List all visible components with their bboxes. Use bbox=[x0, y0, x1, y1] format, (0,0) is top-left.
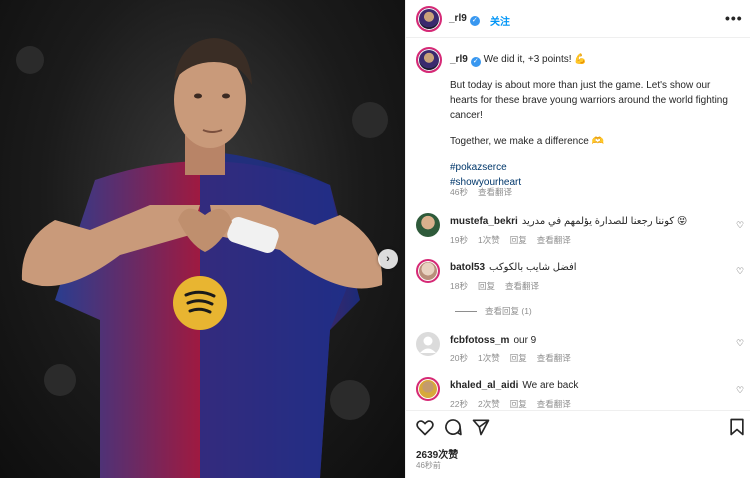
caption-avatar[interactable] bbox=[416, 47, 442, 73]
caption-time: 46秒 bbox=[450, 187, 468, 197]
hashtag-link[interactable]: #pokazserce bbox=[450, 160, 740, 175]
verified-icon: ✓ bbox=[470, 57, 481, 67]
reply-button[interactable]: 回复 bbox=[510, 353, 527, 363]
translate-link[interactable]: 查看翻译 bbox=[537, 353, 571, 363]
comment-meta: 19秒 1次赞 回复 查看翻译 bbox=[450, 234, 581, 246]
avatar[interactable] bbox=[416, 213, 440, 237]
comment-likes[interactable]: 1次赞 bbox=[478, 235, 500, 245]
comment-body: We are back bbox=[522, 380, 579, 391]
translate-link[interactable]: 查看翻译 bbox=[478, 187, 512, 197]
caption-para1: But today is about more than just the ga… bbox=[450, 80, 728, 121]
header-username-text[interactable]: _rl9 bbox=[449, 13, 467, 24]
more-icon[interactable]: ••• bbox=[725, 10, 742, 26]
comment-icon[interactable] bbox=[443, 417, 463, 437]
posted-ago: 46秒前 bbox=[416, 461, 441, 470]
heart-icon[interactable]: ♡ bbox=[736, 220, 744, 231]
next-arrow-icon[interactable]: › bbox=[378, 249, 398, 269]
player-illustration bbox=[16, 38, 388, 478]
view-replies-label[interactable]: 查看回复 (1) bbox=[485, 306, 532, 316]
comment-time: 22秒 bbox=[450, 399, 468, 409]
comment-meta: 22秒 2次赞 回复 查看翻译 bbox=[450, 398, 581, 410]
comment-likes[interactable]: 2次赞 bbox=[478, 399, 500, 409]
heart-icon[interactable]: ♡ bbox=[736, 266, 744, 277]
comment-body: كوننا رجعنا للصدارة يؤلمهم في مدريد 😝 bbox=[521, 216, 688, 227]
comment-meta: 18秒 回复 查看翻译 bbox=[450, 280, 549, 292]
comment-text: fcbfotoss_m our 9 bbox=[450, 335, 536, 346]
caption-line1: We did it, +3 points! 💪 bbox=[483, 54, 587, 65]
caption: _rl9 ✓ We did it, +3 points! 💪 But today … bbox=[450, 52, 740, 190]
comment-likes[interactable]: 1次赞 bbox=[478, 353, 500, 363]
comment-time: 19秒 bbox=[450, 235, 468, 245]
reply-button[interactable]: 回复 bbox=[478, 281, 495, 291]
comment-time: 20秒 bbox=[450, 353, 468, 363]
reply-button[interactable]: 回复 bbox=[510, 235, 527, 245]
translate-link[interactable]: 查看翻译 bbox=[537, 235, 571, 245]
comment-username[interactable]: khaled_al_aidi bbox=[450, 380, 518, 391]
caption-username[interactable]: _rl9 bbox=[450, 54, 468, 65]
follow-button[interactable]: 关注 bbox=[490, 13, 510, 28]
comment-username[interactable]: batol53 bbox=[450, 262, 485, 273]
translate-link[interactable]: 查看翻译 bbox=[537, 399, 571, 409]
header-avatar[interactable] bbox=[416, 6, 442, 32]
heart-icon[interactable]: ♡ bbox=[736, 338, 744, 349]
verified-icon: ✓ bbox=[469, 16, 480, 26]
translate-link[interactable]: 查看翻译 bbox=[505, 281, 539, 291]
share-icon[interactable] bbox=[471, 417, 491, 437]
comment-text: khaled_al_aidi We are back bbox=[450, 380, 578, 391]
post-photo: › bbox=[0, 0, 405, 478]
comment-time: 18秒 bbox=[450, 281, 468, 291]
avatar[interactable] bbox=[416, 332, 440, 356]
comment-username[interactable]: mustefa_bekri bbox=[450, 216, 518, 227]
heart-icon[interactable]: ♡ bbox=[736, 385, 744, 396]
caption-para2: Together, we make a difference 🫶 bbox=[450, 136, 605, 147]
comment-text: mustefa_bekri كوننا رجعنا للصدارة يؤلمهم … bbox=[450, 216, 687, 227]
caption-meta: 46秒 查看翻译 bbox=[450, 186, 522, 198]
likes-count[interactable]: 2639次赞 bbox=[416, 446, 458, 461]
reply-button[interactable]: 回复 bbox=[510, 399, 527, 409]
bookmark-icon[interactable] bbox=[727, 417, 747, 437]
default-avatar-icon bbox=[420, 336, 436, 353]
comment-meta: 20秒 1次赞 回复 查看翻译 bbox=[450, 352, 581, 364]
heart-icon[interactable] bbox=[415, 417, 435, 437]
avatar[interactable] bbox=[416, 259, 440, 283]
view-replies-button[interactable]: 查看回复 (1) bbox=[455, 305, 532, 317]
comment-username[interactable]: fcbfotoss_m bbox=[450, 335, 509, 346]
footer-divider bbox=[405, 410, 750, 411]
avatar[interactable] bbox=[416, 377, 440, 401]
header-username[interactable]: _rl9 ✓ bbox=[449, 13, 480, 26]
replies-divider bbox=[455, 311, 477, 313]
comment-text: batol53 افضل شايب بالكوكب bbox=[450, 262, 577, 273]
comment-body: our 9 bbox=[513, 335, 537, 346]
comment-body: افضل شايب بالكوكب bbox=[489, 262, 577, 273]
